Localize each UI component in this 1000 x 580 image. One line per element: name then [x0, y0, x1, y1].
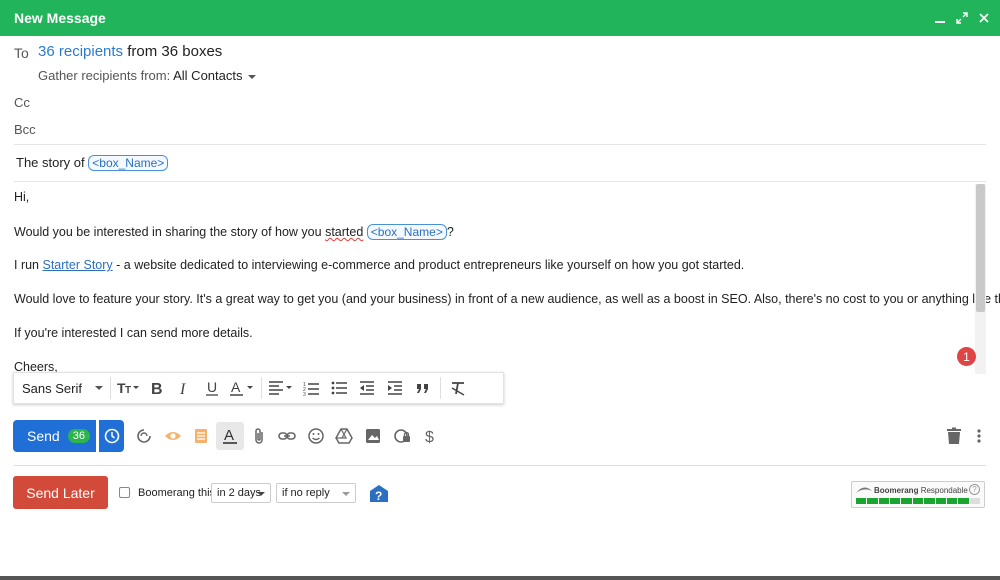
to-recipients[interactable]: 36 recipients from 36 boxes: [38, 43, 222, 60]
numbered-list-icon[interactable]: 123: [297, 374, 325, 402]
gather-value: All Contacts: [173, 68, 243, 83]
starter-story-link[interactable]: Starter Story: [43, 258, 113, 272]
text-size-icon[interactable]: TT: [114, 374, 142, 402]
gather-recipients: Gather recipients from: All Contacts: [38, 68, 256, 83]
photo-icon[interactable]: [359, 422, 388, 450]
svg-text:A: A: [224, 427, 234, 444]
body-line-1: Would you be interested in sharing the s…: [14, 224, 454, 240]
send-button[interactable]: Send 36: [13, 420, 96, 452]
chevron-down-icon: [95, 386, 103, 390]
compose-titlebar: New Message: [0, 0, 1000, 36]
svg-text:T: T: [125, 385, 131, 396]
drive-icon[interactable]: [330, 422, 359, 450]
respondable-score-bars: [856, 498, 980, 504]
chevron-down-icon: [257, 492, 265, 496]
boomerang-when-select[interactable]: in 2 days: [211, 483, 271, 503]
formatting-toolbar: Sans Serif TT B I U A 123: [13, 372, 504, 404]
subject-field[interactable]: The story of <box_Name>: [16, 155, 169, 171]
chevron-down-icon: [342, 492, 350, 496]
separator: [110, 377, 111, 399]
svg-text:$: $: [425, 429, 434, 445]
divider: [14, 144, 986, 145]
send-label: Send: [27, 428, 60, 444]
expand-icon[interactable]: [956, 12, 968, 24]
body-greeting: Hi,: [14, 190, 30, 204]
divider: [14, 181, 986, 182]
window-bottom-edge: [0, 576, 1000, 580]
separator: [261, 377, 262, 399]
gather-select[interactable]: All Contacts: [173, 68, 256, 83]
font-select[interactable]: Sans Serif: [14, 381, 107, 396]
align-icon[interactable]: [265, 374, 297, 402]
close-icon[interactable]: [978, 12, 990, 24]
svg-text:B: B: [151, 381, 163, 396]
misspelled-word[interactable]: started: [325, 225, 363, 239]
help-icon[interactable]: ?: [369, 484, 389, 509]
text-color-icon[interactable]: A: [226, 374, 258, 402]
body-line-3: Would love to feature your story. It's a…: [14, 292, 1000, 306]
body-line-4: If you're interested I can send more det…: [14, 326, 253, 340]
emoji-icon[interactable]: [302, 422, 331, 450]
remove-formatting-icon[interactable]: [444, 374, 472, 402]
svg-text:3: 3: [303, 392, 306, 396]
underline-icon[interactable]: U: [198, 374, 226, 402]
recipients-suffix: from 36 boxes: [127, 43, 223, 60]
svg-text:I: I: [179, 381, 186, 396]
respondable-help-icon[interactable]: ?: [969, 484, 980, 495]
gather-label: Gather recipients from:: [38, 68, 171, 83]
svg-text:?: ?: [375, 489, 382, 503]
bulleted-list-icon[interactable]: [325, 374, 353, 402]
confidential-icon[interactable]: [387, 422, 416, 450]
indent-less-icon[interactable]: [353, 374, 381, 402]
respondable-brand: Boomerang Respondable: [874, 486, 968, 495]
respondable-widget[interactable]: Boomerang Respondable ?: [851, 481, 985, 508]
recipient-count-badge: 36: [67, 429, 90, 443]
clock-icon: [104, 428, 119, 444]
merge-field-chip[interactable]: <box_Name>: [88, 155, 169, 171]
chevron-down-icon: [247, 74, 256, 79]
indent-more-icon[interactable]: [381, 374, 409, 402]
cc-field[interactable]: Cc: [14, 95, 30, 110]
bcc-field[interactable]: Bcc: [14, 122, 36, 137]
recipients-link[interactable]: 36 recipients: [38, 43, 123, 60]
svg-text:A: A: [231, 380, 241, 395]
money-icon[interactable]: $: [416, 422, 445, 450]
compose-toolbar: A $: [130, 422, 445, 450]
send-later-button[interactable]: Send Later: [13, 476, 108, 509]
schedule-send-button[interactable]: [99, 420, 124, 452]
read-receipt-icon[interactable]: [159, 422, 188, 450]
delete-draft-icon[interactable]: [944, 426, 964, 451]
notification-badge[interactable]: 1: [957, 347, 976, 366]
formatting-icon[interactable]: A: [215, 422, 245, 450]
body-line-2: I run Starter Story - a website dedicate…: [14, 258, 745, 272]
boomerang-logo-icon: [856, 487, 872, 493]
italic-icon[interactable]: I: [170, 374, 198, 402]
link-icon[interactable]: [273, 422, 302, 450]
notes-icon[interactable]: [187, 422, 216, 450]
merge-field-chip[interactable]: <box_Name>: [366, 224, 447, 240]
svg-text:U: U: [207, 380, 217, 395]
subject-text: The story of: [16, 155, 85, 170]
boomerang-condition-select[interactable]: if no reply: [276, 483, 356, 503]
boomerang-checkbox[interactable]: [119, 487, 130, 498]
boomerang-this-label: Boomerang this: [138, 487, 216, 499]
to-label: To: [14, 45, 29, 61]
quote-icon[interactable]: [409, 374, 437, 402]
minimize-icon[interactable]: [934, 12, 946, 24]
more-options-icon[interactable]: [974, 428, 984, 449]
bold-icon[interactable]: B: [142, 374, 170, 402]
divider: [14, 465, 986, 466]
window-title: New Message: [14, 10, 106, 26]
separator: [440, 377, 441, 399]
attach-icon[interactable]: [244, 422, 273, 450]
boomerang-icon[interactable]: [130, 422, 159, 450]
scrollbar-thumb[interactable]: [976, 184, 985, 312]
